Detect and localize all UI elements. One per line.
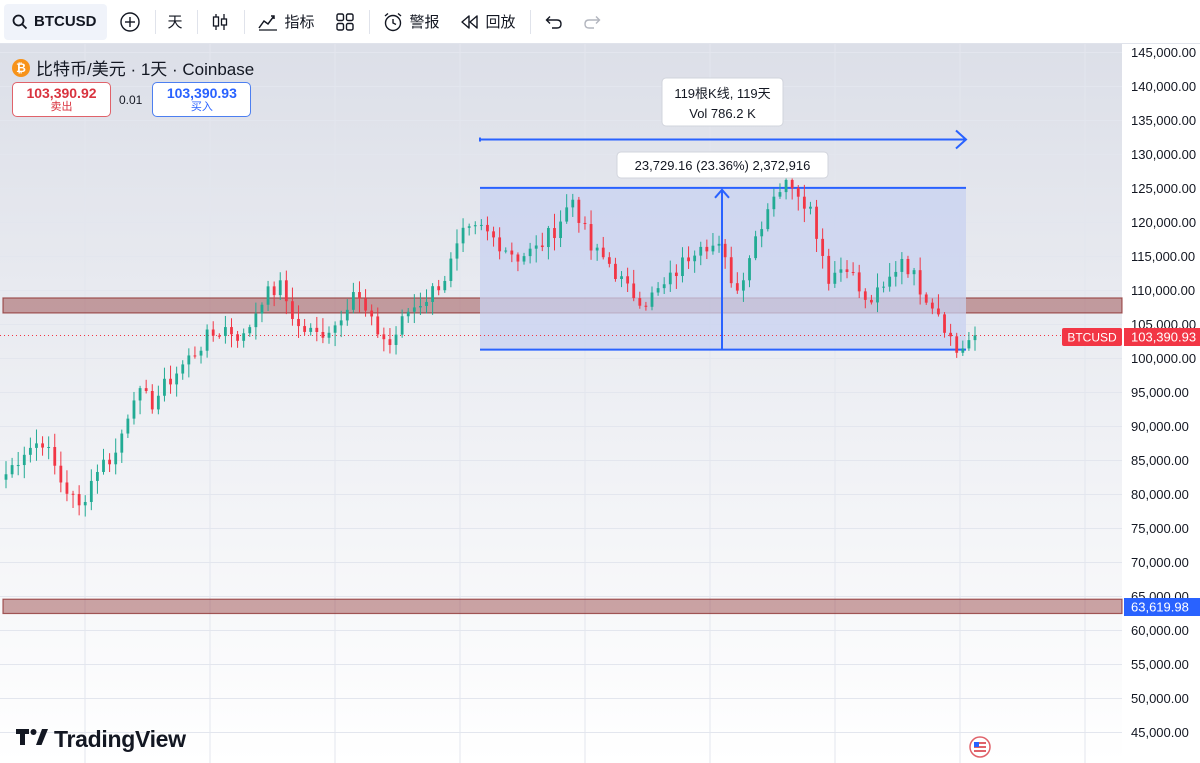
layout-button[interactable] bbox=[327, 4, 363, 40]
undo-button[interactable] bbox=[535, 4, 571, 40]
replay-label: 回放 bbox=[485, 14, 516, 31]
bar-range-label: 119根K线, 119天 Vol 786.2 K bbox=[661, 77, 784, 127]
symbol-legend[interactable]: ₿ 比特币/美元 · 1天 · Coinbase bbox=[12, 55, 254, 80]
grid-layout-icon bbox=[335, 12, 355, 32]
toolbar-divider bbox=[529, 9, 531, 34]
toolbar-divider bbox=[196, 9, 198, 34]
price-tick-label: 140,000.00 bbox=[1131, 79, 1196, 94]
plus-circle-icon bbox=[119, 11, 141, 33]
price-tick-label: 135,000.00 bbox=[1131, 113, 1196, 128]
current-price-badge-group: BTCUSD 103,390.93 bbox=[1062, 328, 1200, 346]
interval-label: 天 bbox=[167, 14, 183, 31]
replay-button[interactable]: 回放 bbox=[452, 4, 524, 40]
price-zone[interactable] bbox=[2, 598, 1123, 615]
current-price-badge: 103,390.93 bbox=[1131, 330, 1196, 345]
price-chart[interactable]: 145,000.00 140,000.00 135,000.00 130,000.00… bbox=[0, 44, 1200, 763]
tradingview-logo[interactable]: TradingView bbox=[16, 726, 186, 753]
price-tick-label: 145,000.00 bbox=[1131, 45, 1196, 60]
redo-button[interactable] bbox=[575, 4, 611, 40]
price-tick-label: 120,000.00 bbox=[1131, 215, 1196, 230]
spread-value: 0.01 bbox=[119, 92, 143, 107]
alarm-clock-icon bbox=[382, 11, 404, 33]
price-tick-label: 110,000.00 bbox=[1131, 283, 1195, 298]
bar-count-text: 119根K线, 119天 bbox=[674, 86, 770, 101]
chart-background bbox=[0, 44, 1122, 763]
support-price-badge-group: 63,619.98 bbox=[1124, 598, 1200, 616]
candlestick-icon bbox=[210, 12, 230, 32]
indicators-icon bbox=[257, 12, 279, 32]
sell-label: 卖出 bbox=[50, 101, 73, 114]
symbol-search-button[interactable]: BTCUSD bbox=[4, 3, 107, 40]
toolbar-divider bbox=[368, 9, 370, 34]
tradingview-logo-text: TradingView bbox=[54, 726, 186, 752]
price-range-text: 23,729.16 (23.36%) 2,372,916 bbox=[635, 158, 811, 173]
price-tick-label: 80,000.00 bbox=[1131, 487, 1189, 502]
buy-button[interactable]: 103,390.93 买入 bbox=[152, 82, 252, 117]
price-tick-label: 45,000.00 bbox=[1131, 725, 1189, 740]
alerts-label: 警报 bbox=[409, 14, 440, 31]
legend-title: 比特币/美元 · 1天 · Coinbase bbox=[36, 60, 255, 79]
sell-button[interactable]: 103,390.92 卖出 bbox=[12, 82, 111, 117]
price-range-label: 23,729.16 (23.36%) 2,372,916 bbox=[616, 151, 829, 179]
sell-price: 103,390.92 bbox=[26, 85, 97, 102]
rewind-icon bbox=[460, 14, 480, 30]
price-tick-label: 70,000.00 bbox=[1131, 555, 1189, 570]
price-tick-label: 50,000.00 bbox=[1131, 691, 1189, 706]
price-tick-label: 90,000.00 bbox=[1131, 419, 1189, 434]
price-tick-label: 55,000.00 bbox=[1131, 657, 1189, 672]
undo-icon bbox=[543, 14, 563, 30]
symbol-label: BTCUSD bbox=[34, 13, 97, 30]
volume-text: Vol 786.2 K bbox=[689, 106, 756, 121]
price-tick-label: 60,000.00 bbox=[1131, 623, 1189, 638]
trade-buttons: 103,390.92 卖出 0.01 103,390.93 买入 bbox=[12, 82, 252, 117]
toolbar-divider bbox=[154, 9, 156, 34]
chart-area[interactable]: 145,000.00 140,000.00 135,000.00 130,000.00… bbox=[0, 44, 1200, 763]
price-tick-label: 130,000.00 bbox=[1131, 147, 1196, 162]
price-tick-label: 125,000.00 bbox=[1131, 181, 1196, 196]
indicators-label: 指标 bbox=[284, 14, 315, 31]
price-tick-label: 95,000.00 bbox=[1131, 385, 1189, 400]
redo-icon bbox=[583, 14, 603, 30]
buy-label: 买入 bbox=[190, 101, 213, 114]
top-toolbar: BTCUSD 天 指标 警报 回放 bbox=[0, 0, 1200, 44]
indicators-button[interactable]: 指标 bbox=[249, 4, 323, 40]
bitcoin-icon: ₿ bbox=[12, 58, 30, 77]
compare-symbol-button[interactable] bbox=[111, 4, 149, 40]
price-axis[interactable]: 145,000.00 140,000.00 135,000.00 130,000.00… bbox=[1131, 45, 1196, 740]
interval-button[interactable]: 天 bbox=[160, 4, 191, 40]
search-icon bbox=[12, 14, 28, 30]
buy-price: 103,390.93 bbox=[166, 85, 237, 102]
price-tick-label: 85,000.00 bbox=[1131, 453, 1189, 468]
current-symbol-badge: BTCUSD bbox=[1067, 331, 1117, 345]
price-tick-label: 115,000.00 bbox=[1131, 249, 1195, 264]
toolbar-divider bbox=[243, 9, 245, 34]
price-tick-label: 100,000.00 bbox=[1131, 351, 1196, 366]
tradingview-logo-icon bbox=[16, 726, 54, 753]
chart-type-button[interactable] bbox=[202, 4, 238, 40]
price-tick-label: 75,000.00 bbox=[1131, 521, 1189, 536]
us-flag-icon[interactable] bbox=[967, 736, 993, 758]
alerts-button[interactable]: 警报 bbox=[374, 4, 448, 40]
support-price-badge: 63,619.98 bbox=[1131, 600, 1189, 615]
